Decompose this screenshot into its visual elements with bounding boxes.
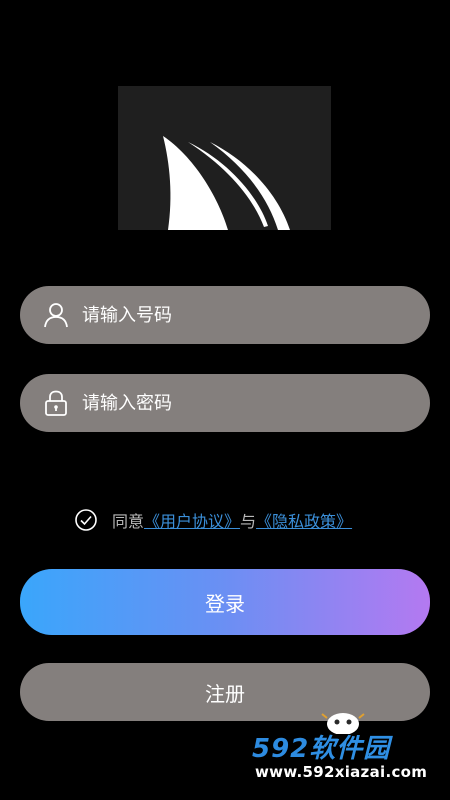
- login-button-label: 登录: [205, 591, 245, 616]
- user-agreement-link[interactable]: 《用户协议》: [144, 508, 240, 532]
- register-button[interactable]: 注册: [20, 663, 430, 721]
- watermark-brand: 592软件园: [252, 728, 390, 765]
- phone-field[interactable]: [20, 286, 430, 344]
- register-button-label: 注册: [205, 681, 245, 706]
- phone-input[interactable]: [82, 286, 430, 344]
- check-circle-icon: [75, 509, 97, 531]
- app-logo: [118, 86, 331, 230]
- lock-icon: [43, 390, 69, 416]
- sail-logo-icon: [163, 136, 290, 230]
- login-button[interactable]: 登录: [20, 569, 430, 635]
- user-icon: [43, 302, 69, 328]
- agreement-row: 同意 《用户协议》 与 《隐私政策》: [74, 506, 352, 534]
- watermark-url: www.592xiazai.com: [255, 763, 428, 781]
- password-field[interactable]: [20, 374, 430, 432]
- agreement-connector: 与: [240, 512, 257, 531]
- watermark-brand-text: 软件园: [309, 734, 391, 764]
- password-input[interactable]: [82, 374, 430, 432]
- agreement-prefix: 同意: [112, 512, 145, 531]
- watermark-brand-number: 592: [252, 734, 310, 764]
- privacy-policy-link[interactable]: 《隐私政策》: [256, 508, 352, 532]
- agree-checkbox[interactable]: [74, 508, 98, 532]
